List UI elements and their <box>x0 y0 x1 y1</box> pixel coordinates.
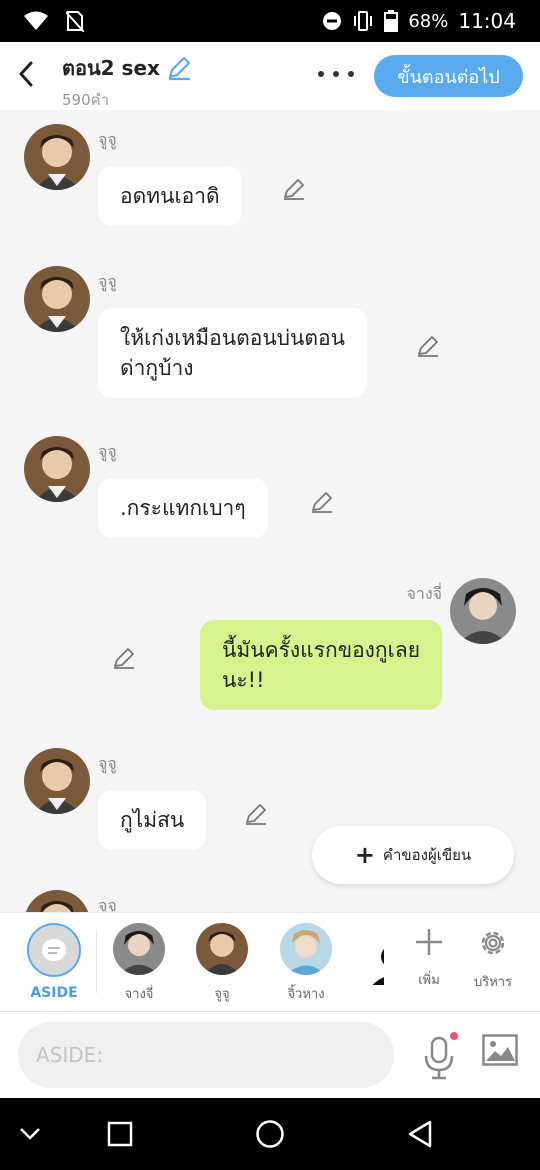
square-icon <box>107 1121 133 1147</box>
gear-icon <box>481 931 505 955</box>
avatar <box>196 923 248 975</box>
nav-hide-button[interactable] <box>10 1116 50 1152</box>
sender-name: จูจู <box>98 442 117 461</box>
character-jiuhang[interactable]: จิ้วหาง <box>271 923 341 1004</box>
no-sim-icon <box>66 11 84 32</box>
character-avatar-juju <box>24 124 90 190</box>
add-label: เพิ่ม <box>418 973 440 988</box>
character-avatar-jangji <box>113 923 165 975</box>
message-bubble[interactable]: อดทนเอาดิ <box>98 166 242 226</box>
plus-icon: + <box>354 841 375 869</box>
nav-back-button[interactable] <box>400 1116 440 1152</box>
sender-name: จูจู <box>98 754 117 773</box>
avatar[interactable] <box>24 890 90 912</box>
avatar[interactable] <box>24 436 90 502</box>
navigation-bar <box>0 1098 540 1170</box>
next-step-button[interactable]: ขั้นตอนต่อไป <box>374 55 523 97</box>
sender-name: จูจู <box>98 896 117 912</box>
image-button[interactable] <box>482 1034 526 1074</box>
message-bubble[interactable]: กูไม่สน <box>98 790 207 850</box>
message-bubble[interactable]: .กระแทกเบาๆ <box>98 478 268 538</box>
more-options-button[interactable] <box>318 62 354 86</box>
chevron-down-icon <box>20 1128 40 1140</box>
aside-circle <box>27 923 81 977</box>
character-avatar-jangji <box>450 578 516 644</box>
avatar[interactable] <box>24 748 90 814</box>
microphone-icon <box>424 1032 458 1080</box>
nav-recents-button[interactable] <box>100 1116 140 1152</box>
more-dot-icon <box>333 71 339 77</box>
input-bar <box>0 1012 540 1098</box>
status-bar: 68% 11:04 <box>0 0 540 42</box>
character-avatar-juju <box>196 923 248 975</box>
back-button[interactable] <box>12 56 40 92</box>
character-name: จิ้วหาง <box>287 987 325 1002</box>
avatar[interactable] <box>24 266 90 332</box>
author-note-button[interactable]: + คำของผู้เขียน <box>312 826 514 884</box>
edit-icon[interactable] <box>244 802 268 826</box>
character-avatar-partial <box>366 933 384 985</box>
aside-message-icon <box>42 939 66 961</box>
word-count: 590คำ <box>62 91 110 109</box>
page-title: ตอน2 sex <box>62 56 160 80</box>
sender-name: จูจู <box>98 272 117 291</box>
add-character-button[interactable]: เพิ่ม <box>404 927 454 990</box>
divider <box>96 931 97 993</box>
mic-button[interactable] <box>420 1032 460 1082</box>
avatar[interactable] <box>450 578 516 644</box>
vibrate-icon <box>354 11 373 31</box>
edit-icon[interactable] <box>112 646 136 670</box>
avatar[interactable] <box>24 124 90 190</box>
header: ตอน2 sex 590คำ ขั้นตอนต่อไป <box>0 42 540 110</box>
circle-icon <box>256 1120 284 1148</box>
author-note-label: คำของผู้เขียน <box>382 846 472 864</box>
character-name: จูจู <box>214 987 230 1002</box>
manage-button[interactable]: บริหาร <box>468 927 518 992</box>
character-avatar-juju <box>24 266 90 332</box>
aside-label: ASIDE <box>30 985 78 1001</box>
battery-icon <box>384 10 399 32</box>
message-input[interactable] <box>18 1022 394 1088</box>
message-bubble[interactable]: ให้เก่งเหมือนตอนบ่นตอน ด่ากูบ้าง <box>98 308 367 398</box>
character-name: จางจี่ <box>124 987 154 1002</box>
character-avatar-juju <box>24 436 90 502</box>
plus-icon <box>416 929 442 955</box>
character-juju[interactable]: จูจู <box>187 923 257 1004</box>
back-arrow-icon <box>19 61 33 87</box>
battery-level: 68% <box>408 10 449 32</box>
avatar <box>280 923 332 975</box>
sender-name: จูจู <box>98 130 117 149</box>
avatar <box>113 923 165 975</box>
chat-area[interactable]: จูจู อดทนเอาดิ จูจู ให้เก่งเหมือนตอนบ่นต… <box>0 110 540 912</box>
character-partial[interactable] <box>366 933 384 985</box>
aside-selector[interactable]: ASIDE <box>24 923 84 1001</box>
manage-label: บริหาร <box>473 975 513 990</box>
character-avatar-juju <box>24 748 90 814</box>
character-bar: ASIDE จางจี่ จูจู จิ้วหาง เพิ่ม บริหาร <box>0 912 540 1012</box>
edit-title-icon[interactable] <box>166 55 192 81</box>
clock: 11:04 <box>458 9 516 33</box>
do-not-disturb-icon <box>323 12 342 30</box>
message-bubble[interactable]: นี้มันครั้งแรกของกูเลย นะ!! <box>200 620 442 710</box>
nav-home-button[interactable] <box>250 1116 290 1152</box>
edit-icon[interactable] <box>282 177 306 201</box>
image-icon <box>482 1034 518 1066</box>
character-avatar-jiuhang <box>280 923 332 975</box>
more-dot-icon <box>348 71 354 77</box>
edit-icon[interactable] <box>310 490 334 514</box>
title-area: ตอน2 sex 590คำ <box>62 52 192 112</box>
character-avatar-juju <box>24 890 90 912</box>
triangle-back-icon <box>408 1120 432 1148</box>
wifi-icon <box>24 11 48 30</box>
edit-icon[interactable] <box>416 334 440 358</box>
sender-name: จางจี่ <box>406 584 442 603</box>
more-dot-icon <box>318 71 324 77</box>
character-jangji[interactable]: จางจี่ <box>104 923 174 1004</box>
